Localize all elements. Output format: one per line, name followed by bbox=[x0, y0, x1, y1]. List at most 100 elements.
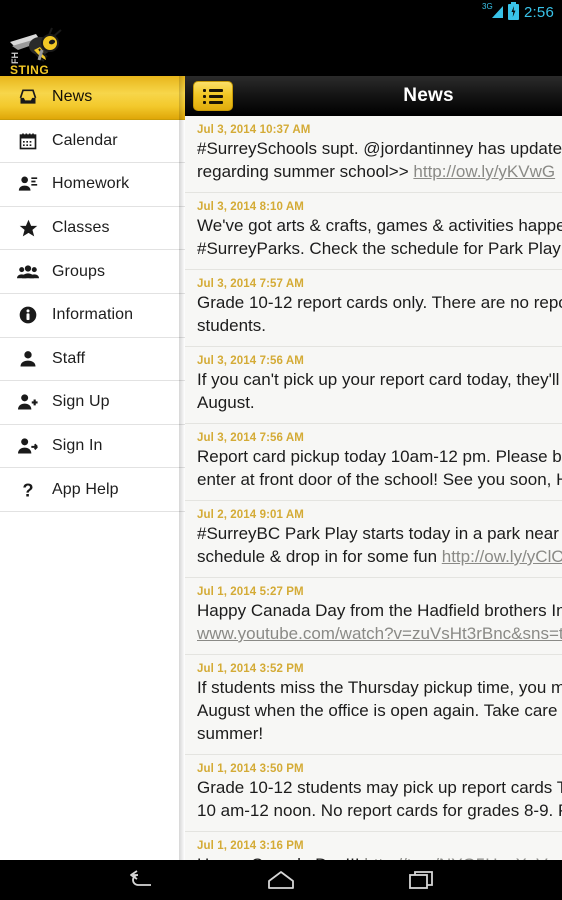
sidebar-item-label: Groups bbox=[52, 262, 106, 280]
news-list-item[interactable]: Jul 3, 2014 7:56 AM Report card pickup t… bbox=[185, 424, 562, 501]
news-list-item[interactable]: Jul 3, 2014 10:37 AM #SurreySchools supt… bbox=[185, 116, 562, 193]
home-button[interactable] bbox=[259, 865, 303, 895]
top-bar-right-filler bbox=[185, 24, 562, 76]
news-list-item[interactable]: Jul 3, 2014 7:56 AM If you can't pick up… bbox=[185, 347, 562, 424]
news-line: Grade 10-12 report cards only. There are… bbox=[197, 293, 562, 312]
news-line: schedule & drop in for some fun bbox=[197, 547, 442, 566]
news-line: Happy Canada Day from the Hadfield broth… bbox=[197, 601, 562, 620]
news-link[interactable]: http://ow.ly/yKVwG bbox=[413, 162, 555, 181]
sidebar-nav: News Calendar Homework Classes Groups In… bbox=[0, 76, 185, 860]
status-bar: 3G 2:56 bbox=[0, 0, 562, 24]
news-text: We've got arts & crafts, games & activit… bbox=[197, 214, 562, 260]
news-text: Report card pickup today 10am-12 pm. Ple… bbox=[197, 445, 562, 491]
news-link[interactable]: www.youtube.com/watch?v=zuVsHt3rBnc&sns=… bbox=[197, 624, 562, 643]
news-list-item[interactable]: Jul 2, 2014 9:01 AM #SurreyBC Park Play … bbox=[185, 501, 562, 578]
sidebar-item-label: Sign In bbox=[52, 437, 103, 455]
news-timestamp: Jul 3, 2014 10:37 AM bbox=[197, 124, 311, 136]
star-icon bbox=[16, 216, 40, 240]
news-timestamp: Jul 3, 2014 7:56 AM bbox=[197, 432, 304, 444]
battery-charging-icon bbox=[508, 2, 519, 20]
brand-bar: FH STING bbox=[0, 24, 185, 76]
news-link[interactable]: http://ow.ly/yClO1 bbox=[442, 547, 562, 566]
news-list-item[interactable]: Jul 1, 2014 3:16 PM Happy Canada Day!!! … bbox=[185, 832, 562, 860]
news-text: #SurreySchools supt. @jordantinney has u… bbox=[197, 137, 562, 183]
sidebar-item-label: Staff bbox=[52, 349, 86, 367]
sidebar-item-label: Sign Up bbox=[52, 393, 110, 411]
info-circle-icon bbox=[16, 303, 40, 327]
news-line: enter at front door of the school! See y… bbox=[197, 470, 562, 489]
person-plus-icon bbox=[16, 390, 40, 414]
news-list-item[interactable]: Jul 1, 2014 3:52 PM If students miss the… bbox=[185, 655, 562, 755]
sidebar-item-sign-in[interactable]: Sign In bbox=[0, 424, 185, 469]
sidebar-item-label: Classes bbox=[52, 219, 110, 237]
sidebar-item-classes[interactable]: Classes bbox=[0, 206, 185, 251]
news-list[interactable]: Jul 3, 2014 10:37 AM #SurreySchools supt… bbox=[185, 116, 562, 860]
svg-text:?: ? bbox=[22, 479, 33, 500]
news-text: Happy Canada Day!!! http://t.co/NYG5HqsX… bbox=[197, 853, 562, 860]
news-line: #SurreyParks. Check the schedule for Par… bbox=[197, 239, 562, 258]
sidebar-item-app-help[interactable]: ? App Help bbox=[0, 468, 185, 512]
news-timestamp: Jul 1, 2014 3:52 PM bbox=[197, 663, 304, 675]
news-line: Report card pickup today 10am-12 pm. Ple… bbox=[197, 447, 562, 466]
status-clock: 2:56 bbox=[524, 3, 554, 21]
person-icon bbox=[16, 347, 40, 371]
back-arrow-icon bbox=[130, 870, 151, 886]
network-type-label: 3G bbox=[482, 2, 493, 11]
news-timestamp: Jul 1, 2014 3:16 PM bbox=[197, 840, 304, 852]
back-button[interactable] bbox=[119, 865, 163, 895]
inbox-download-icon bbox=[16, 85, 40, 109]
sidebar-item-label: App Help bbox=[52, 480, 119, 498]
recent-apps-button[interactable] bbox=[399, 865, 443, 895]
sidebar-empty-area bbox=[0, 511, 185, 860]
news-text: Grade 10-12 students may pick up report … bbox=[197, 776, 562, 822]
person-lines-icon bbox=[16, 172, 40, 196]
news-timestamp: Jul 1, 2014 3:50 PM bbox=[197, 763, 304, 775]
hornet-mascot-logo: FH STING bbox=[6, 24, 70, 76]
news-text: If you can't pick up your report card to… bbox=[197, 368, 562, 414]
news-timestamp: Jul 2, 2014 9:01 AM bbox=[197, 509, 304, 521]
sidebar-item-staff[interactable]: Staff bbox=[0, 337, 185, 382]
news-list-item[interactable]: Jul 1, 2014 3:50 PM Grade 10-12 students… bbox=[185, 755, 562, 832]
news-line: regarding summer school>> bbox=[197, 162, 414, 181]
status-icons: 3G 2:56 bbox=[482, 2, 554, 21]
sidebar-item-news[interactable]: News bbox=[0, 76, 185, 120]
news-timestamp: Jul 3, 2014 7:56 AM bbox=[197, 355, 304, 367]
svg-text:STING: STING bbox=[10, 63, 49, 76]
sidebar-item-label: News bbox=[52, 88, 93, 106]
news-list-item[interactable]: Jul 3, 2014 8:10 AM We've got arts & cra… bbox=[185, 193, 562, 270]
news-line: August when the office is open again. Ta… bbox=[197, 701, 562, 720]
news-line: 10 am-12 noon. No report cards for grade… bbox=[197, 801, 562, 820]
sidebar-item-label: Information bbox=[52, 306, 134, 324]
recent-apps-icon bbox=[409, 871, 433, 889]
news-line: #SurreySchools supt. @jordantinney has u… bbox=[197, 139, 562, 158]
news-text: Happy Canada Day from the Hadfield broth… bbox=[197, 599, 562, 645]
news-line: students. bbox=[197, 316, 266, 335]
page-title: News bbox=[403, 84, 454, 106]
news-text: #SurreyBC Park Play starts today in a pa… bbox=[197, 522, 562, 568]
news-line: If you can't pick up your report card to… bbox=[197, 370, 562, 389]
news-line: summer! bbox=[197, 724, 264, 743]
question-mark-icon: ? bbox=[16, 478, 40, 502]
news-line: August. bbox=[197, 393, 255, 412]
sidebar-item-calendar[interactable]: Calendar bbox=[0, 119, 185, 164]
news-list-item[interactable]: Jul 3, 2014 7:57 AM Grade 10-12 report c… bbox=[185, 270, 562, 347]
news-text: Grade 10-12 report cards only. There are… bbox=[197, 291, 562, 337]
news-line: Grade 10-12 students may pick up report … bbox=[197, 778, 562, 797]
sidebar-item-groups[interactable]: Groups bbox=[0, 250, 185, 294]
people-group-icon bbox=[16, 260, 40, 284]
sidebar-item-homework[interactable]: Homework bbox=[0, 163, 185, 207]
news-text: If students miss the Thursday pickup tim… bbox=[197, 676, 562, 745]
app-header: News bbox=[185, 76, 562, 116]
signal-triangle-icon: 3G bbox=[482, 2, 503, 20]
calendar-icon bbox=[16, 129, 40, 153]
sidebar-item-sign-up[interactable]: Sign Up bbox=[0, 381, 185, 425]
sidebar-item-label: Calendar bbox=[52, 131, 118, 149]
sidebar-item-label: Homework bbox=[52, 175, 130, 193]
android-nav-bar bbox=[0, 860, 562, 900]
device-screen: 3G 2:56 FH STING News News Calendar Home… bbox=[0, 0, 562, 900]
news-line: #SurreyBC Park Play starts today in a pa… bbox=[197, 524, 562, 543]
news-timestamp: Jul 3, 2014 7:57 AM bbox=[197, 278, 304, 290]
news-list-item[interactable]: Jul 1, 2014 5:27 PM Happy Canada Day fro… bbox=[185, 578, 562, 655]
home-icon bbox=[268, 871, 294, 889]
sidebar-item-information[interactable]: Information bbox=[0, 293, 185, 338]
